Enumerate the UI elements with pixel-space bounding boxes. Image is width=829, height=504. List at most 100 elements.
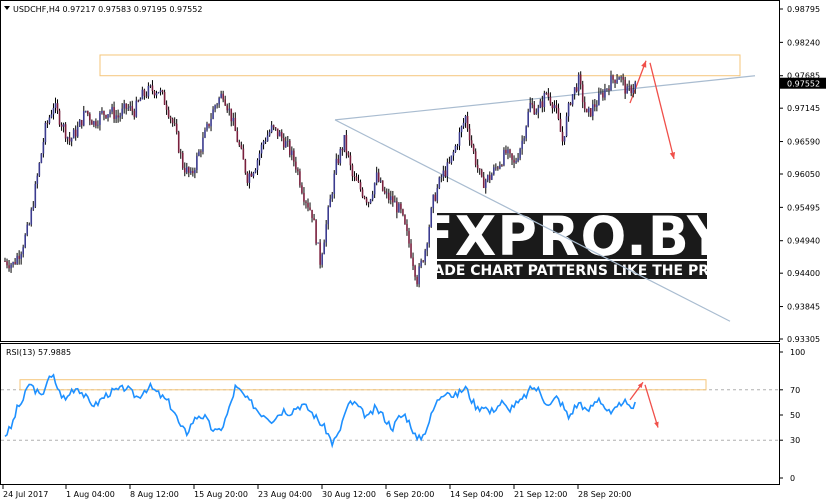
candle-body — [390, 196, 392, 200]
candle-body — [6, 261, 8, 266]
candle-body — [581, 84, 584, 103]
candle-body — [341, 149, 344, 151]
candle-body — [521, 140, 523, 149]
candle-body — [361, 189, 364, 197]
price-tick-label: 0.94940 — [787, 237, 820, 246]
candle-body — [248, 173, 251, 183]
candle-body — [173, 123, 176, 124]
candle-body — [125, 103, 127, 109]
candle-body — [497, 167, 499, 169]
candle-body — [40, 153, 43, 163]
candle-body — [16, 255, 18, 264]
candle-body — [103, 111, 105, 115]
candle-body — [42, 142, 45, 154]
candle-body — [238, 141, 241, 146]
candle-body — [18, 255, 20, 259]
candle-body — [482, 176, 485, 188]
candle-body — [612, 75, 614, 80]
candle-body — [402, 209, 404, 216]
candle-body — [587, 108, 590, 113]
candle-body — [36, 175, 39, 184]
candle-body — [634, 82, 637, 90]
candle-body — [78, 120, 81, 127]
candle-body — [606, 88, 608, 90]
candle-body — [141, 89, 144, 100]
candle-body — [531, 102, 534, 105]
candle-body — [82, 111, 85, 126]
candle-body — [266, 135, 269, 142]
candle-body — [398, 203, 400, 213]
candle-body — [438, 177, 441, 188]
candle-body — [123, 103, 125, 109]
candle-body — [127, 107, 130, 109]
candle-body — [107, 114, 109, 118]
candle-body — [208, 123, 210, 127]
candle-body — [507, 149, 509, 154]
candle-body — [181, 153, 184, 168]
candle-body — [282, 137, 285, 148]
candle-body — [117, 115, 119, 118]
candle-body — [363, 196, 366, 199]
candle-body — [234, 117, 237, 131]
candle-body — [295, 161, 297, 170]
time-tick-label: 23 Aug 04:00 — [258, 490, 312, 499]
candle-body — [183, 167, 186, 173]
candle-body — [450, 155, 453, 163]
candle-body — [228, 108, 231, 111]
candle-body — [484, 180, 487, 188]
candle-body — [381, 180, 384, 191]
watermark: FXPRO.BYTRADE CHART PATTERNS LIKE THE PR… — [413, 205, 731, 279]
candle-body — [349, 155, 352, 166]
candle-body — [293, 150, 295, 162]
candle-body — [222, 93, 224, 100]
candle-body — [569, 103, 572, 105]
candle-body — [369, 199, 372, 204]
time-tick-label: 6 Sep 20:00 — [386, 490, 434, 499]
candle-body — [133, 110, 136, 117]
candle-body — [468, 128, 471, 141]
candle-body — [131, 106, 134, 111]
candle-body — [355, 176, 358, 181]
price-tick-label: 0.96050 — [787, 170, 820, 179]
candle-body — [115, 115, 117, 119]
candle-body — [50, 114, 53, 118]
candle-body — [499, 165, 501, 169]
candle-body — [284, 141, 287, 148]
candle-body — [48, 117, 51, 123]
candle-body — [476, 164, 479, 169]
candle-body — [626, 86, 628, 94]
candle-body — [420, 260, 422, 267]
candle-body — [85, 110, 87, 112]
candle-body — [333, 173, 336, 194]
candle-body — [151, 85, 154, 91]
candle-body — [383, 190, 386, 194]
candle-body — [38, 162, 41, 176]
candle-body — [76, 126, 79, 137]
candle-body — [256, 160, 259, 171]
candle-body — [600, 92, 602, 94]
candle-body — [329, 198, 332, 208]
candle-body — [216, 104, 218, 106]
candle-body — [66, 137, 69, 139]
candle-body — [493, 167, 495, 175]
candle-body — [594, 104, 596, 107]
candle-body — [169, 117, 172, 119]
rsi-tick-label: 30 — [790, 436, 800, 445]
candle-body — [89, 114, 91, 121]
candle-body — [246, 172, 249, 183]
candle-body — [44, 122, 47, 143]
candle-body — [250, 173, 253, 177]
candle-body — [190, 170, 192, 173]
candle-body — [97, 124, 99, 126]
rsi-tick-label: 70 — [790, 386, 800, 395]
candle-body — [68, 137, 71, 142]
candle-body — [311, 209, 313, 218]
candle-body — [559, 118, 562, 132]
rsi-tick-label: 100 — [790, 348, 805, 357]
candle-body — [218, 97, 220, 105]
candle-body — [56, 103, 59, 111]
candle-body — [547, 93, 550, 97]
candle-body — [373, 182, 376, 195]
time-tick-label: 1 Aug 04:00 — [66, 490, 115, 499]
symbol-ohlc-header: USDCHF,H4 0.97217 0.97583 0.97195 0.9755… — [13, 5, 202, 14]
